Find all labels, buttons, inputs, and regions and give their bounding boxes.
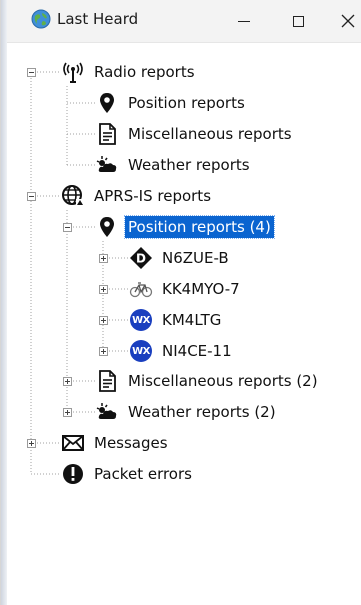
expand-aprs-misc-reports-toggle[interactable] xyxy=(63,377,72,386)
expand-station-kk4myo-7-toggle[interactable] xyxy=(99,285,108,294)
bicycle-icon xyxy=(129,277,153,301)
error-icon xyxy=(61,462,85,486)
expand-station-ni4ce-11-toggle[interactable] xyxy=(99,347,108,356)
envelope-icon xyxy=(61,431,85,455)
tree-item-station[interactable]: WX KM4LTG xyxy=(129,307,224,333)
station-callsign: KM4LTG xyxy=(162,311,222,329)
tree-item-station[interactable]: WX NI4CE-11 xyxy=(129,338,235,364)
collapse-aprs-position-reports-toggle[interactable] xyxy=(63,223,72,232)
tree-item-label: Position reports xyxy=(128,94,245,112)
wx-badge: WX xyxy=(130,309,152,331)
last-heard-tree: Radio reports Position reports Miscellan… xyxy=(7,42,361,605)
tree-item-label: Weather reports (2) xyxy=(128,403,276,421)
minimize-button[interactable] xyxy=(219,0,269,42)
station-callsign: NI4CE-11 xyxy=(162,342,232,360)
document-icon xyxy=(95,122,119,146)
tree-item-aprs-is-reports[interactable]: APRS-IS reports xyxy=(61,183,214,209)
tree-item-packet-errors[interactable]: Packet errors xyxy=(61,461,195,487)
expand-messages-toggle[interactable] xyxy=(27,439,36,448)
tree-item-station[interactable]: KK4MYO-7 xyxy=(129,276,243,302)
station-callsign: N6ZUE-B xyxy=(162,249,229,267)
tree-item-radio-misc-reports[interactable]: Miscellaneous reports xyxy=(95,121,295,147)
expand-aprs-weather-reports-toggle[interactable] xyxy=(63,408,72,417)
weather-icon xyxy=(95,153,119,177)
tree-item-radio-position-reports[interactable]: Position reports xyxy=(95,90,248,116)
tree-item-label: Packet errors xyxy=(94,465,192,483)
title-bar[interactable]: Last Heard xyxy=(7,0,361,43)
map-pin-icon xyxy=(95,91,119,115)
collapse-aprs-is-reports-toggle[interactable] xyxy=(27,192,36,201)
svg-text:D: D xyxy=(136,252,146,266)
map-pin-icon xyxy=(95,215,119,239)
maximize-button[interactable] xyxy=(273,0,323,42)
tree-item-aprs-weather-reports[interactable]: Weather reports (2) xyxy=(95,399,279,425)
expand-station-n6zue-b-toggle[interactable] xyxy=(99,254,108,263)
window-title: Last Heard xyxy=(57,10,139,28)
globe-app-icon xyxy=(31,9,51,29)
tree-item-label: APRS-IS reports xyxy=(94,187,212,205)
station-callsign: KK4MYO-7 xyxy=(162,280,240,298)
tree-item-label: Miscellaneous reports xyxy=(128,125,292,143)
tree-item-aprs-misc-reports[interactable]: Miscellaneous reports (2) xyxy=(95,368,321,394)
wx-station-icon: WX xyxy=(129,308,153,332)
tree-item-label: Miscellaneous reports (2) xyxy=(128,372,318,390)
document-icon xyxy=(95,369,119,393)
antenna-icon xyxy=(61,60,85,84)
close-icon xyxy=(341,14,355,28)
tree-item-label: Messages xyxy=(94,434,168,452)
weather-icon xyxy=(95,400,119,424)
collapse-radio-reports-toggle[interactable] xyxy=(27,68,36,77)
last-heard-window: Last Heard Radio reports Position report… xyxy=(0,0,361,605)
close-button[interactable] xyxy=(323,0,361,42)
tree-item-aprs-position-reports[interactable]: Position reports (4) xyxy=(95,214,275,240)
d-star-diamond-icon: D xyxy=(129,246,153,270)
expand-station-km4ltg-toggle[interactable] xyxy=(99,316,108,325)
maximize-icon xyxy=(292,15,304,27)
tree-item-radio-weather-reports[interactable]: Weather reports xyxy=(95,152,253,178)
wx-badge: WX xyxy=(130,340,152,362)
tree-item-messages[interactable]: Messages xyxy=(61,430,171,456)
tree-item-radio-reports[interactable]: Radio reports xyxy=(61,59,198,85)
globe-icon xyxy=(61,184,85,208)
wx-station-icon: WX xyxy=(129,339,153,363)
minimize-icon xyxy=(238,20,250,22)
tree-item-station[interactable]: D N6ZUE-B xyxy=(129,245,232,271)
tree-item-label: Weather reports xyxy=(128,156,250,174)
tree-item-label: Radio reports xyxy=(94,63,195,81)
tree-item-label-selected: Position reports (4) xyxy=(124,215,275,239)
